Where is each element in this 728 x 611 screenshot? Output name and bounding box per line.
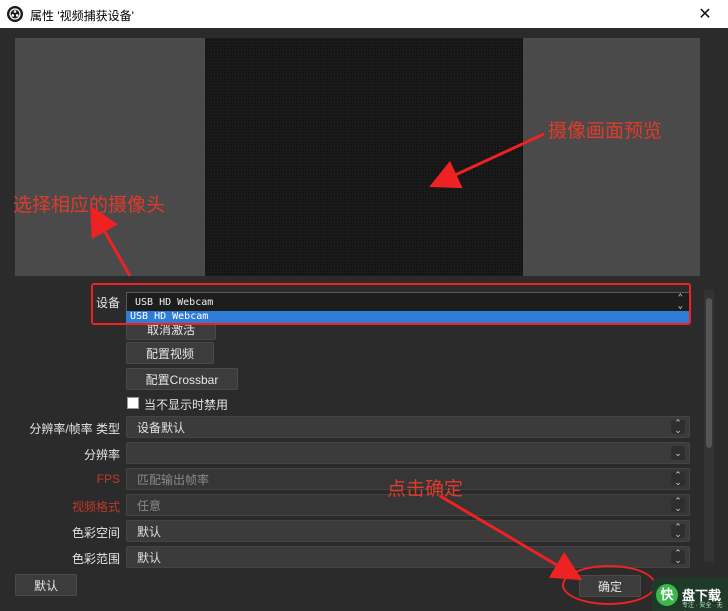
properties-scrollbar[interactable] bbox=[704, 290, 714, 562]
chevron-down-icon: ⌄ bbox=[671, 446, 685, 460]
chevron-updown-icon: ⌃ ⌄ bbox=[671, 523, 685, 539]
color-range-label: 色彩范围 bbox=[71, 552, 120, 566]
watermark-subtext: 专注 · 安全 · 无毒 bbox=[682, 603, 723, 609]
title-bar: 属性 '视频捕获设备' ✕ bbox=[0, 0, 728, 28]
close-button[interactable]: ✕ bbox=[682, 0, 728, 28]
configure-crossbar-button[interactable]: 配置Crossbar bbox=[126, 368, 238, 390]
window-title: 属性 '视频捕获设备' bbox=[30, 9, 134, 23]
camera-preview bbox=[205, 38, 523, 276]
color-space-select[interactable]: 默认 ⌃ ⌄ bbox=[126, 520, 690, 542]
resolution-type-label: 分辨率/帧率 类型 bbox=[29, 422, 120, 436]
resolution-label: 分辨率 bbox=[83, 448, 120, 462]
color-space-label: 色彩空间 bbox=[71, 526, 120, 540]
deactivate-when-hidden-checkbox[interactable] bbox=[127, 397, 139, 409]
confirm-annotation: 点击确定 bbox=[387, 478, 464, 500]
resolution-select[interactable]: ⌄ bbox=[126, 442, 690, 464]
resolution-type-select[interactable]: 设备默认 ⌃ ⌄ bbox=[126, 416, 690, 438]
preview-annotation: 摄像画面预览 bbox=[548, 120, 663, 142]
scrollbar-thumb[interactable] bbox=[706, 298, 712, 448]
close-icon: ✕ bbox=[698, 6, 712, 23]
default-button[interactable]: 默认 bbox=[15, 574, 77, 596]
select-camera-annotation: 选择相应的摄像头 bbox=[13, 194, 166, 216]
chevron-updown-icon: ⌃ ⌄ bbox=[671, 497, 685, 513]
video-format-label: 视频格式 bbox=[71, 500, 120, 514]
preview-area bbox=[15, 38, 700, 276]
deactivate-when-hidden-label: 当不显示时禁用 bbox=[144, 398, 229, 412]
chevron-updown-icon: ⌃ ⌄ bbox=[671, 471, 685, 487]
watermark-logo: 快 bbox=[656, 583, 678, 606]
device-highlight-box bbox=[91, 283, 691, 325]
configure-video-button[interactable]: 配置视频 bbox=[126, 342, 214, 364]
ok-highlight-circle bbox=[562, 565, 656, 605]
chevron-updown-icon: ⌃ ⌄ bbox=[671, 549, 685, 565]
site-watermark: 快 盘下载 专注 · 安全 · 无毒 bbox=[652, 578, 728, 611]
chevron-updown-icon: ⌃ ⌄ bbox=[671, 419, 685, 435]
fps-label: FPS bbox=[96, 472, 120, 486]
obs-logo-icon bbox=[7, 6, 23, 22]
